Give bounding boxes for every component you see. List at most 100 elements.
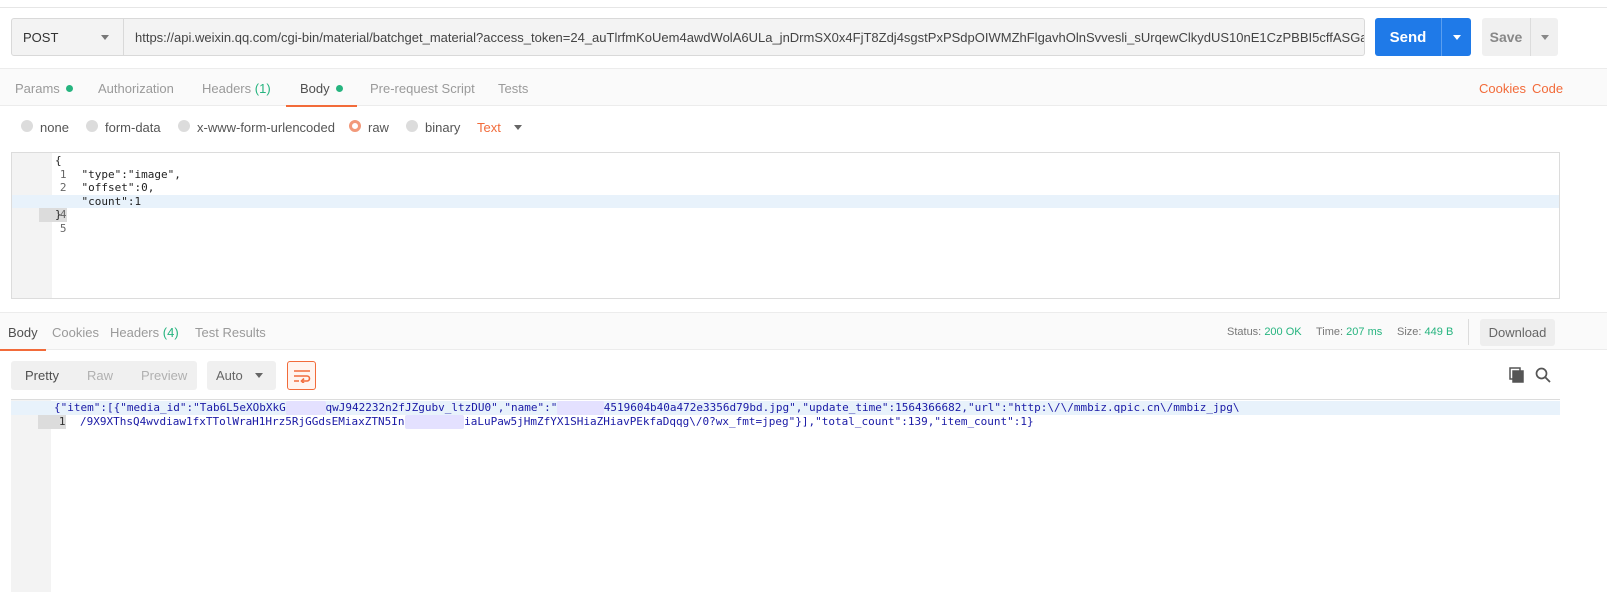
response-tab-headers[interactable]: Headers (4) (110, 313, 179, 353)
redacted-block: xxxxxxx (557, 401, 604, 415)
chevron-down-icon (1452, 34, 1461, 40)
request-bar: POST https://api.weixin.qq.com/cgi-bin/m… (11, 18, 1365, 56)
url-input[interactable]: https://api.weixin.qq.com/cgi-bin/materi… (124, 18, 1365, 56)
view-raw-button[interactable]: Raw (73, 361, 127, 390)
format-select[interactable]: Text (477, 120, 501, 135)
send-label: Send (1389, 28, 1427, 46)
tab-body-label: Body (300, 81, 330, 96)
search-icon[interactable] (1535, 367, 1551, 386)
tab-body[interactable]: Body (286, 69, 357, 107)
time-value: 207 ms (1346, 326, 1383, 338)
code-text: "offset":0, (55, 181, 155, 194)
save-button[interactable]: Save (1482, 18, 1558, 56)
copy-icon[interactable] (1509, 367, 1525, 386)
radio-urlencoded-label: x-www-form-urlencoded (197, 120, 335, 135)
response-body-editor[interactable]: 1{"item":[{"media_id":"Tab6L5eXObXkGxxxx… (11, 399, 1560, 592)
body-type-options: none form-data x-www-form-urlencoded raw… (0, 108, 1607, 148)
code-text: } (55, 208, 62, 221)
tab-authorization[interactable]: Authorization (98, 69, 174, 107)
response-tab-cookies[interactable]: Cookies (52, 313, 99, 353)
size-label: Size: (1397, 326, 1422, 338)
response-headers-count: (4) (162, 325, 179, 340)
radio-form-data[interactable]: form-data (86, 119, 161, 135)
line-number: 5 (59, 221, 67, 235)
cookies-link[interactable]: Cookies (1479, 69, 1526, 109)
send-options-button[interactable] (1441, 18, 1471, 56)
code-line: 2 "type":"image", (12, 167, 1559, 195)
tab-headers[interactable]: Headers (1) (202, 69, 271, 107)
download-button[interactable]: Download (1480, 319, 1555, 346)
redacted-block: xxxxxx (285, 401, 326, 415)
status-dot-icon (65, 85, 73, 92)
send-button[interactable]: Send (1375, 18, 1471, 56)
size-readout: Size: 449 B (1397, 313, 1453, 351)
response-text-part: {"item":[{"media_id":"Tab6L5eXObXkG (54, 401, 286, 414)
radio-form-data-label: form-data (105, 120, 161, 135)
status-label: Status: (1227, 326, 1262, 338)
code-line: 3 "offset":0, (12, 181, 1559, 208)
size-value: 449 B (1424, 326, 1454, 338)
wrap-icon (293, 369, 310, 383)
response-text-part: iaLuPaw5jHmZfYX1SHiaZHiavPEkfaDqqg\/0?wx… (464, 415, 1034, 428)
response-code-line: 1{"item":[{"media_id":"Tab6L5eXObXkGxxxx… (11, 401, 1560, 429)
response-code-line-wrapped: /9X9XThsQ4wvdiaw1fxTTolWraH1Hrz5RjGGdsEM… (11, 415, 1560, 429)
radio-circle (178, 119, 190, 132)
response-text-part: 4519604b40a472e3356d79bd.jpg","update_ti… (603, 401, 1240, 414)
tab-tests[interactable]: Tests (498, 69, 528, 107)
view-preview-button[interactable]: Preview (127, 361, 201, 390)
code-text: "type":"image", (55, 167, 181, 181)
radio-urlencoded[interactable]: x-www-form-urlencoded (178, 119, 335, 135)
format-auto-select[interactable]: Auto (207, 361, 276, 390)
radio-raw-label: raw (368, 120, 389, 135)
method-value: POST (23, 29, 59, 45)
status-value: 200 OK (1264, 326, 1302, 338)
save-options-button[interactable] (1530, 18, 1558, 56)
response-tab-body[interactable]: Body (0, 313, 46, 351)
code-line-active: 4 "count":1 (12, 194, 1559, 222)
tab-prerequest-script[interactable]: Pre-request Script (370, 69, 475, 107)
radio-binary[interactable]: binary (406, 119, 461, 135)
code-line: 5} (12, 208, 1559, 235)
code-line: 1{ (12, 154, 1559, 181)
method-select[interactable]: POST (11, 18, 124, 56)
code-link[interactable]: Code (1532, 69, 1563, 109)
response-text: /9X9XThsQ4wvdiaw1fxTTolWraH1Hrz5RjGGdsEM… (80, 415, 1034, 429)
tab-params[interactable]: Params (15, 69, 73, 107)
request-tabs: Params Authorization Headers (1) Body Pr… (0, 68, 1607, 109)
status-readout: Status: 200 OK (1227, 313, 1302, 351)
format-auto-value: Auto (216, 368, 243, 383)
response-header: Body Cookies Headers (4) Test Results St… (0, 312, 1607, 353)
save-label: Save (1489, 29, 1523, 45)
radio-binary-label: binary (425, 120, 461, 135)
divider (1468, 319, 1469, 345)
chevron-down-icon (101, 35, 109, 40)
request-body-editor[interactable]: 1{ 2 "type":"image", 3 "offset":0, 4 "co… (11, 152, 1560, 299)
time-readout: Time: 207 ms (1316, 313, 1382, 351)
view-pretty-button[interactable]: Pretty (11, 361, 73, 390)
code-text: { (55, 154, 62, 167)
radio-none-label: none (40, 120, 69, 135)
headers-count: (1) (254, 81, 271, 96)
radio-circle (406, 119, 418, 132)
wrap-lines-button[interactable] (287, 361, 316, 390)
tab-params-label: Params (15, 81, 60, 96)
chevron-down-icon (1540, 34, 1549, 40)
response-view-toggle: Pretty Raw Preview (11, 361, 197, 390)
radio-raw[interactable]: raw (349, 119, 389, 135)
response-tab-headers-label: Headers (110, 325, 160, 340)
status-dot-icon (335, 85, 343, 92)
radio-circle (21, 119, 33, 132)
response-tab-test-results[interactable]: Test Results (195, 313, 266, 353)
chevron-down-icon (255, 373, 263, 378)
time-label: Time: (1316, 326, 1344, 338)
radio-none[interactable]: none (21, 119, 69, 135)
redacted-block: xxxxxxxxx (404, 415, 465, 429)
radio-circle-selected (349, 119, 361, 132)
top-strip (0, 0, 1607, 8)
response-text-part: /9X9XThsQ4wvdiaw1fxTTolWraH1Hrz5RjGGdsEM… (80, 415, 405, 428)
chevron-down-icon[interactable] (514, 125, 522, 130)
response-text: {"item":[{"media_id":"Tab6L5eXObXkGxxxxx… (54, 401, 1239, 415)
response-text-part: qwJ942232n2fJZgubv_ltzDU0","name":" (325, 401, 558, 414)
radio-circle (86, 119, 98, 132)
tab-headers-label: Headers (202, 81, 252, 96)
